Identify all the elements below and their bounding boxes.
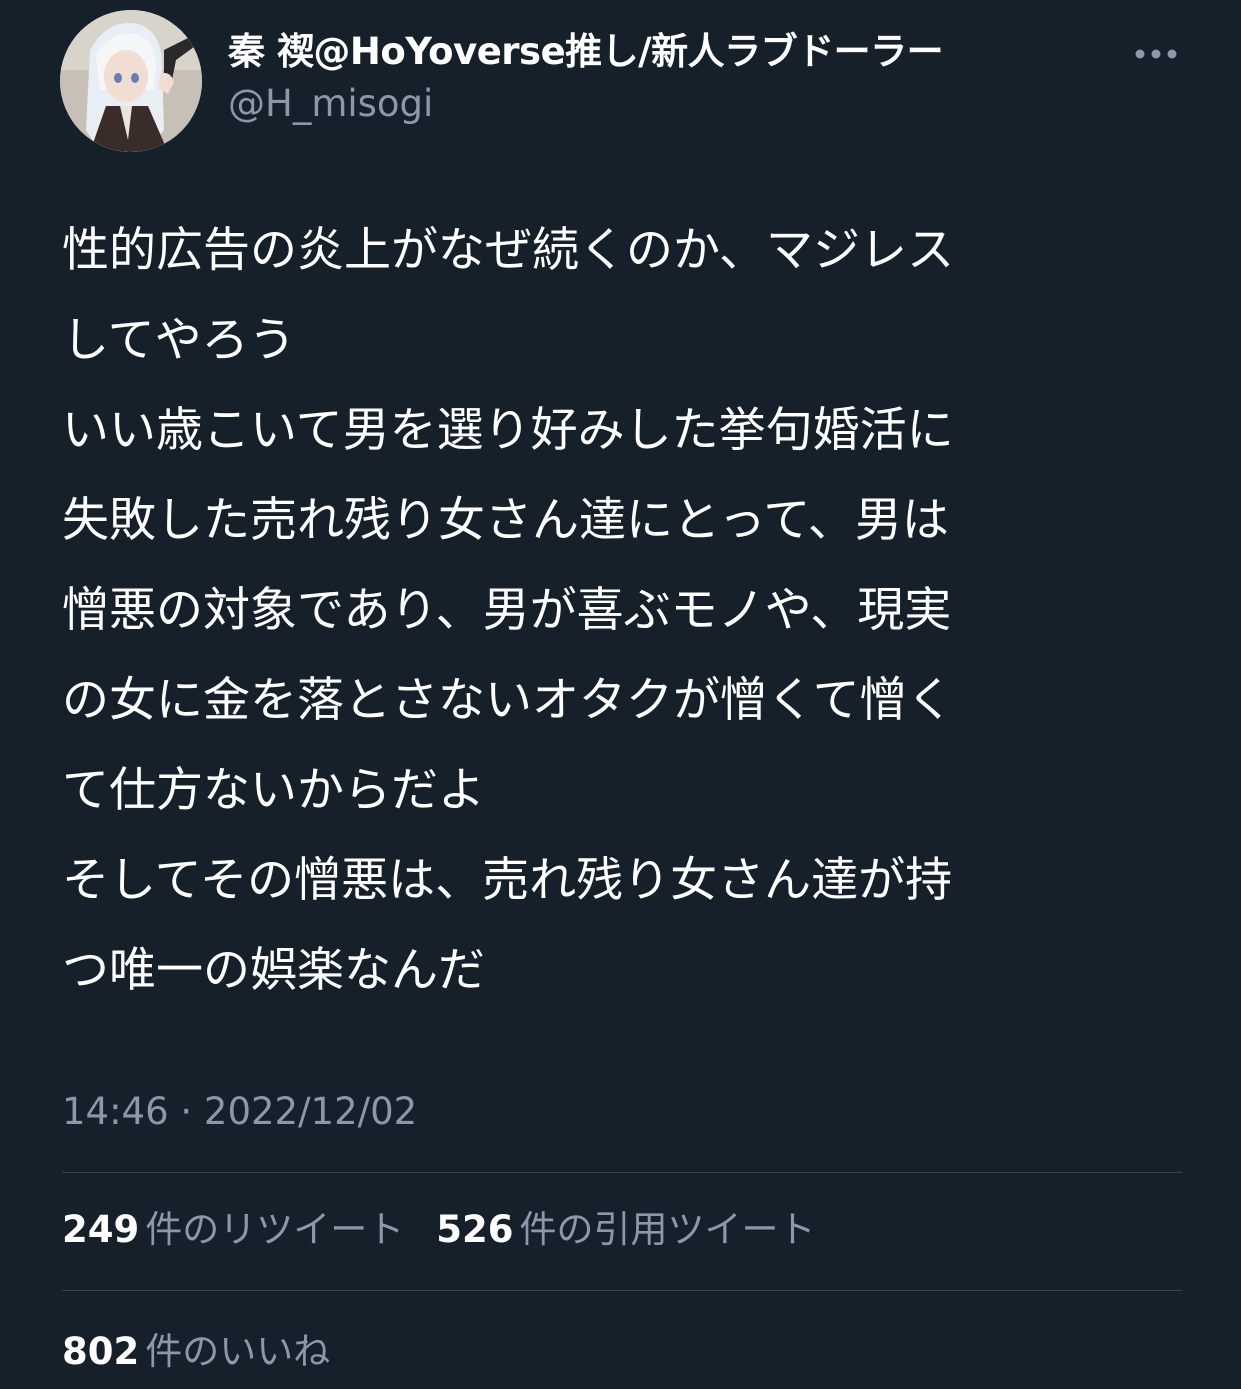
- tweet-detail-page: 秦 禊@HoYoverse推し/新人ラブドーラー @H_misogi 性的広告の…: [0, 0, 1241, 1389]
- retweets-label: 件のリツイート: [145, 1208, 405, 1251]
- likes-label: 件のいいね: [145, 1330, 331, 1373]
- likes-stats-row: 802 件のいいね: [62, 1326, 362, 1378]
- likes-stat[interactable]: 802 件のいいね: [62, 1326, 330, 1378]
- quote-tweets-stat[interactable]: 526 件の引用ツイート: [436, 1204, 815, 1256]
- divider: [62, 1290, 1182, 1291]
- avatar-image: [60, 10, 202, 152]
- quote-tweets-label: 件の引用ツイート: [519, 1208, 816, 1251]
- more-horizontal-icon: [1135, 49, 1177, 59]
- engagement-stats-row: 249 件のリツイート 526 件の引用ツイート: [62, 1204, 847, 1256]
- retweets-count: 249: [62, 1208, 140, 1251]
- avatar[interactable]: [60, 10, 202, 152]
- author-handle[interactable]: @H_misogi: [228, 80, 433, 128]
- tweet-text-line: 失敗した売れ残り女さん達にとって、男は: [62, 493, 949, 548]
- more-options-button[interactable]: [1128, 36, 1184, 72]
- tweet-text-line: 憎悪の対象であり、男が喜ぶモノや、現実: [62, 583, 952, 638]
- tweet-text: 性的広告の炎上がなぜ続くのか、マジレス してやろう いい歳こいて男を選り好みした…: [62, 206, 1192, 1016]
- tweet-timestamp[interactable]: 14:46 · 2022/12/02: [62, 1088, 417, 1136]
- tweet-text-line: いい歳こいて男を選り好みした挙句婚活に: [62, 403, 954, 458]
- divider: [62, 1172, 1182, 1173]
- tweet-text-line: て仕方ないからだよ: [62, 763, 485, 818]
- tweet-text-line: の女に金を落とさないオタクが憎くて憎く: [62, 673, 954, 728]
- quote-tweets-count: 526: [436, 1208, 514, 1251]
- tweet-text-line: 性的広告の炎上がなぜ続くのか、マジレス: [62, 223, 955, 278]
- tweet-text-line: してやろう: [62, 313, 296, 368]
- likes-count: 802: [62, 1330, 140, 1373]
- retweets-stat[interactable]: 249 件のリツイート: [62, 1204, 404, 1256]
- tweet-text-line: つ唯一の娯楽なんだ: [62, 943, 485, 998]
- tweet-text-line: そしてその憎悪は、売れ残り女さん達が持: [62, 853, 953, 908]
- author-display-name[interactable]: 秦 禊@HoYoverse推し/新人ラブドーラー: [228, 28, 944, 76]
